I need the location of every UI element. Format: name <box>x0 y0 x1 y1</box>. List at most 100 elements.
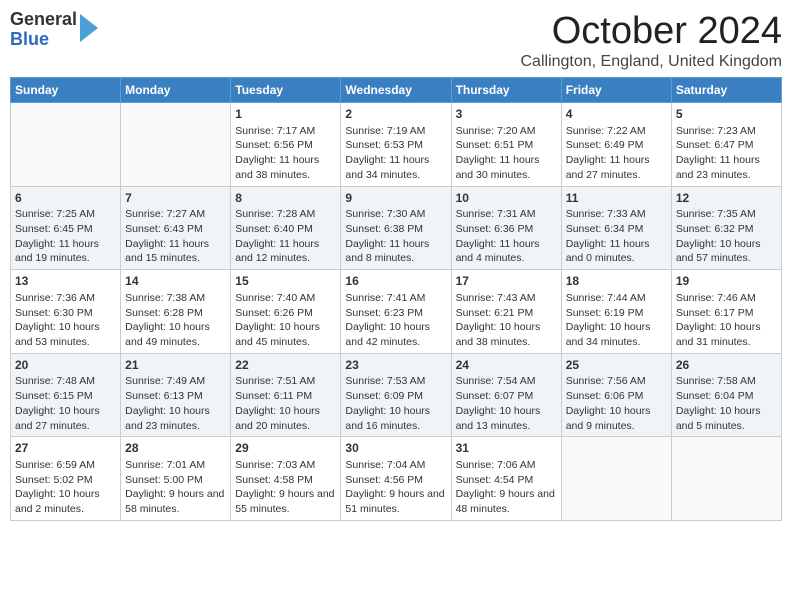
calendar-cell: 26Sunrise: 7:58 AM Sunset: 6:04 PM Dayli… <box>671 353 781 437</box>
calendar-cell: 12Sunrise: 7:35 AM Sunset: 6:32 PM Dayli… <box>671 186 781 270</box>
day-number: 1 <box>235 106 336 123</box>
calendar-body: 1Sunrise: 7:17 AM Sunset: 6:56 PM Daylig… <box>11 103 782 521</box>
calendar-cell: 7Sunrise: 7:27 AM Sunset: 6:43 PM Daylig… <box>121 186 231 270</box>
day-number: 27 <box>15 440 116 457</box>
day-info: Sunrise: 7:58 AM Sunset: 6:04 PM Dayligh… <box>676 374 777 433</box>
calendar-cell: 1Sunrise: 7:17 AM Sunset: 6:56 PM Daylig… <box>231 103 341 187</box>
day-number: 24 <box>456 357 557 374</box>
calendar-cell: 5Sunrise: 7:23 AM Sunset: 6:47 PM Daylig… <box>671 103 781 187</box>
week-row-1: 1Sunrise: 7:17 AM Sunset: 6:56 PM Daylig… <box>11 103 782 187</box>
day-number: 2 <box>345 106 446 123</box>
calendar-cell: 3Sunrise: 7:20 AM Sunset: 6:51 PM Daylig… <box>451 103 561 187</box>
day-number: 6 <box>15 190 116 207</box>
calendar-table: SundayMondayTuesdayWednesdayThursdayFrid… <box>10 77 782 521</box>
day-number: 10 <box>456 190 557 207</box>
calendar-cell: 13Sunrise: 7:36 AM Sunset: 6:30 PM Dayli… <box>11 270 121 354</box>
page-header: General Blue October 2024 Callington, En… <box>10 10 782 71</box>
day-info: Sunrise: 7:28 AM Sunset: 6:40 PM Dayligh… <box>235 207 336 266</box>
calendar-cell: 15Sunrise: 7:40 AM Sunset: 6:26 PM Dayli… <box>231 270 341 354</box>
calendar-cell <box>121 103 231 187</box>
day-info: Sunrise: 7:48 AM Sunset: 6:15 PM Dayligh… <box>15 374 116 433</box>
day-info: Sunrise: 7:36 AM Sunset: 6:30 PM Dayligh… <box>15 291 116 350</box>
calendar-cell: 8Sunrise: 7:28 AM Sunset: 6:40 PM Daylig… <box>231 186 341 270</box>
day-number: 18 <box>566 273 667 290</box>
day-info: Sunrise: 7:04 AM Sunset: 4:56 PM Dayligh… <box>345 458 446 517</box>
header-tuesday: Tuesday <box>231 78 341 103</box>
day-info: Sunrise: 7:40 AM Sunset: 6:26 PM Dayligh… <box>235 291 336 350</box>
calendar-cell: 10Sunrise: 7:31 AM Sunset: 6:36 PM Dayli… <box>451 186 561 270</box>
calendar-cell <box>11 103 121 187</box>
day-number: 20 <box>15 357 116 374</box>
day-info: Sunrise: 7:20 AM Sunset: 6:51 PM Dayligh… <box>456 124 557 183</box>
header-thursday: Thursday <box>451 78 561 103</box>
day-info: Sunrise: 7:49 AM Sunset: 6:13 PM Dayligh… <box>125 374 226 433</box>
week-row-5: 27Sunrise: 6:59 AM Sunset: 5:02 PM Dayli… <box>11 437 782 521</box>
day-info: Sunrise: 7:25 AM Sunset: 6:45 PM Dayligh… <box>15 207 116 266</box>
day-number: 16 <box>345 273 446 290</box>
day-number: 15 <box>235 273 336 290</box>
calendar-cell: 4Sunrise: 7:22 AM Sunset: 6:49 PM Daylig… <box>561 103 671 187</box>
week-row-3: 13Sunrise: 7:36 AM Sunset: 6:30 PM Dayli… <box>11 270 782 354</box>
day-info: Sunrise: 7:54 AM Sunset: 6:07 PM Dayligh… <box>456 374 557 433</box>
day-number: 13 <box>15 273 116 290</box>
calendar-cell: 27Sunrise: 6:59 AM Sunset: 5:02 PM Dayli… <box>11 437 121 521</box>
calendar-header: SundayMondayTuesdayWednesdayThursdayFrid… <box>11 78 782 103</box>
day-info: Sunrise: 7:31 AM Sunset: 6:36 PM Dayligh… <box>456 207 557 266</box>
day-number: 5 <box>676 106 777 123</box>
day-info: Sunrise: 7:53 AM Sunset: 6:09 PM Dayligh… <box>345 374 446 433</box>
day-number: 28 <box>125 440 226 457</box>
calendar-cell: 21Sunrise: 7:49 AM Sunset: 6:13 PM Dayli… <box>121 353 231 437</box>
calendar-cell: 24Sunrise: 7:54 AM Sunset: 6:07 PM Dayli… <box>451 353 561 437</box>
header-sunday: Sunday <box>11 78 121 103</box>
calendar-cell <box>561 437 671 521</box>
day-info: Sunrise: 7:03 AM Sunset: 4:58 PM Dayligh… <box>235 458 336 517</box>
week-row-2: 6Sunrise: 7:25 AM Sunset: 6:45 PM Daylig… <box>11 186 782 270</box>
calendar-cell: 25Sunrise: 7:56 AM Sunset: 6:06 PM Dayli… <box>561 353 671 437</box>
calendar-cell: 17Sunrise: 7:43 AM Sunset: 6:21 PM Dayli… <box>451 270 561 354</box>
calendar-cell: 30Sunrise: 7:04 AM Sunset: 4:56 PM Dayli… <box>341 437 451 521</box>
day-info: Sunrise: 7:35 AM Sunset: 6:32 PM Dayligh… <box>676 207 777 266</box>
calendar-cell <box>671 437 781 521</box>
logo: General Blue <box>10 10 98 50</box>
day-number: 14 <box>125 273 226 290</box>
day-info: Sunrise: 7:56 AM Sunset: 6:06 PM Dayligh… <box>566 374 667 433</box>
day-info: Sunrise: 7:46 AM Sunset: 6:17 PM Dayligh… <box>676 291 777 350</box>
day-number: 29 <box>235 440 336 457</box>
day-info: Sunrise: 6:59 AM Sunset: 5:02 PM Dayligh… <box>15 458 116 517</box>
day-number: 12 <box>676 190 777 207</box>
day-number: 8 <box>235 190 336 207</box>
day-number: 4 <box>566 106 667 123</box>
day-info: Sunrise: 7:23 AM Sunset: 6:47 PM Dayligh… <box>676 124 777 183</box>
header-saturday: Saturday <box>671 78 781 103</box>
header-monday: Monday <box>121 78 231 103</box>
calendar-cell: 29Sunrise: 7:03 AM Sunset: 4:58 PM Dayli… <box>231 437 341 521</box>
day-number: 7 <box>125 190 226 207</box>
day-number: 9 <box>345 190 446 207</box>
day-number: 25 <box>566 357 667 374</box>
calendar-cell: 31Sunrise: 7:06 AM Sunset: 4:54 PM Dayli… <box>451 437 561 521</box>
day-number: 19 <box>676 273 777 290</box>
day-info: Sunrise: 7:38 AM Sunset: 6:28 PM Dayligh… <box>125 291 226 350</box>
day-info: Sunrise: 7:17 AM Sunset: 6:56 PM Dayligh… <box>235 124 336 183</box>
day-info: Sunrise: 7:41 AM Sunset: 6:23 PM Dayligh… <box>345 291 446 350</box>
week-row-4: 20Sunrise: 7:48 AM Sunset: 6:15 PM Dayli… <box>11 353 782 437</box>
calendar-cell: 20Sunrise: 7:48 AM Sunset: 6:15 PM Dayli… <box>11 353 121 437</box>
day-info: Sunrise: 7:30 AM Sunset: 6:38 PM Dayligh… <box>345 207 446 266</box>
day-info: Sunrise: 7:51 AM Sunset: 6:11 PM Dayligh… <box>235 374 336 433</box>
day-number: 30 <box>345 440 446 457</box>
calendar-cell: 22Sunrise: 7:51 AM Sunset: 6:11 PM Dayli… <box>231 353 341 437</box>
day-info: Sunrise: 7:22 AM Sunset: 6:49 PM Dayligh… <box>566 124 667 183</box>
calendar-cell: 16Sunrise: 7:41 AM Sunset: 6:23 PM Dayli… <box>341 270 451 354</box>
calendar-cell: 2Sunrise: 7:19 AM Sunset: 6:53 PM Daylig… <box>341 103 451 187</box>
logo-general: General <box>10 9 77 29</box>
location: Callington, England, United Kingdom <box>521 53 783 71</box>
header-friday: Friday <box>561 78 671 103</box>
logo-arrow-icon <box>80 14 98 42</box>
day-number: 26 <box>676 357 777 374</box>
calendar-cell: 19Sunrise: 7:46 AM Sunset: 6:17 PM Dayli… <box>671 270 781 354</box>
day-info: Sunrise: 7:27 AM Sunset: 6:43 PM Dayligh… <box>125 207 226 266</box>
day-info: Sunrise: 7:19 AM Sunset: 6:53 PM Dayligh… <box>345 124 446 183</box>
calendar-cell: 14Sunrise: 7:38 AM Sunset: 6:28 PM Dayli… <box>121 270 231 354</box>
day-number: 21 <box>125 357 226 374</box>
day-info: Sunrise: 7:01 AM Sunset: 5:00 PM Dayligh… <box>125 458 226 517</box>
